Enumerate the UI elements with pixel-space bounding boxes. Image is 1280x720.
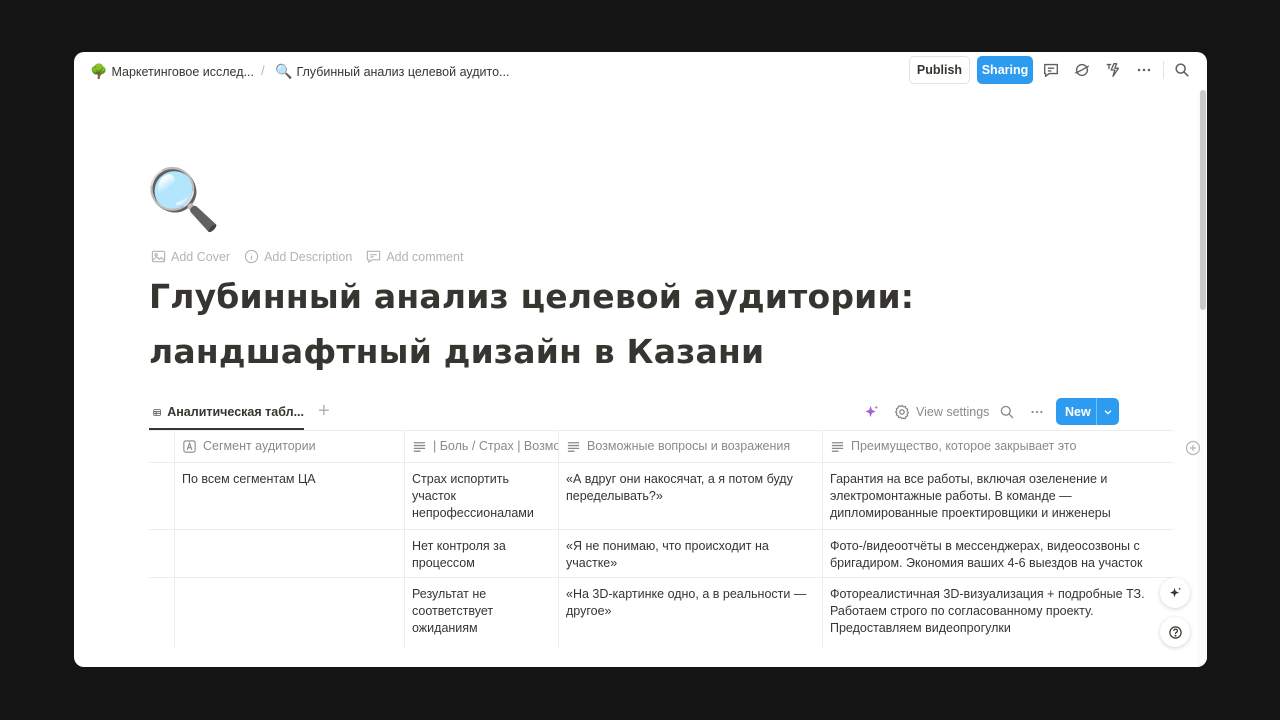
magnifier-icon: 🔍 bbox=[275, 63, 293, 79]
column-header-label: | Боль / Страх | Возмо bbox=[433, 439, 558, 453]
question-icon bbox=[1168, 625, 1182, 639]
cell-segment[interactable] bbox=[174, 578, 404, 648]
add-description-label: Add Description bbox=[264, 249, 353, 264]
gear-icon bbox=[894, 404, 910, 420]
table-row[interactable]: Результат не соответствует ожиданиям «На… bbox=[149, 578, 1173, 648]
column-header-advantage[interactable]: Преимущество, которое закрывает это bbox=[822, 431, 1173, 462]
cell-question[interactable]: «На 3D-картинке одно, а в реальности — д… bbox=[558, 578, 822, 648]
add-cover-button[interactable]: Add Cover bbox=[151, 249, 230, 264]
table-icon bbox=[153, 408, 161, 416]
column-header-label: Возможные вопросы и возражения bbox=[587, 439, 791, 453]
page-actions: Add Cover Add Description Add comment bbox=[151, 249, 463, 264]
row-handle[interactable] bbox=[149, 463, 174, 529]
breadcrumb-item-parent[interactable]: 🌳 Маркетинговое исслед... bbox=[90, 63, 254, 80]
chevron-down-icon[interactable] bbox=[1097, 407, 1119, 417]
db-search-icon[interactable] bbox=[999, 399, 1015, 425]
sparkle-icon bbox=[1169, 586, 1181, 597]
cell-segment[interactable]: По всем сегментам ЦА bbox=[174, 463, 404, 529]
tree-icon: 🌳 bbox=[90, 63, 108, 79]
help-button[interactable] bbox=[1160, 617, 1190, 647]
more-icon[interactable] bbox=[1134, 60, 1154, 80]
app-window: 🌳 Маркетинговое исслед... / 🔍 Глубинный … bbox=[74, 52, 1207, 667]
column-header-questions[interactable]: Возможные вопросы и возражения bbox=[558, 431, 822, 462]
row-handle[interactable] bbox=[149, 578, 174, 648]
column-header-segment[interactable]: Сегмент аудитории bbox=[174, 431, 404, 462]
view-settings-button[interactable]: View settings bbox=[894, 399, 989, 425]
column-header-label: Сегмент аудитории bbox=[203, 439, 316, 453]
sharing-button[interactable]: Sharing bbox=[977, 56, 1033, 84]
cell-advantage[interactable]: Фотореалистичная 3D-визуализация + подро… bbox=[822, 578, 1173, 648]
cell-advantage[interactable]: Гарантия на все работы, включая озеленен… bbox=[822, 463, 1173, 529]
ai-assistant-button[interactable] bbox=[1160, 578, 1190, 608]
cell-segment[interactable] bbox=[174, 530, 404, 577]
lines-icon bbox=[567, 442, 580, 452]
row-handle-header bbox=[149, 431, 174, 462]
search-icon[interactable] bbox=[1172, 60, 1192, 80]
table-row[interactable]: Нет контроля за процессом «Я не понимаю,… bbox=[149, 530, 1173, 578]
add-comment-label: Add comment bbox=[386, 249, 464, 264]
breadcrumb-label: Глубинный анализ целевой аудито... bbox=[296, 64, 510, 79]
cell-advantage[interactable]: Фото-/видеоотчёты в мессенджерах, видеос… bbox=[822, 530, 1173, 577]
ai-sparkle-icon[interactable] bbox=[863, 399, 880, 425]
view-settings-label: View settings bbox=[916, 405, 990, 419]
breadcrumb-item-current[interactable]: 🔍 Глубинный анализ целевой аудито... bbox=[275, 63, 509, 80]
table-header-row: Сегмент аудитории | Боль / Страх | Возмо… bbox=[149, 430, 1201, 463]
db-more-icon[interactable] bbox=[1029, 399, 1045, 425]
cell-pain[interactable]: Результат не соответствует ожиданиям bbox=[404, 578, 558, 648]
cell-pain[interactable]: Нет контроля за процессом bbox=[404, 530, 558, 577]
add-view-button[interactable]: + bbox=[318, 401, 330, 421]
info-icon bbox=[244, 249, 259, 264]
automation-icon[interactable] bbox=[1103, 60, 1123, 80]
add-cover-label: Add Cover bbox=[171, 249, 231, 264]
breadcrumb-separator: / bbox=[261, 63, 265, 78]
publish-button[interactable]: Publish bbox=[909, 56, 970, 84]
column-header-pain[interactable]: | Боль / Страх | Возмо bbox=[404, 431, 558, 462]
page-title[interactable]: Глубинный анализ целевой аудитории: ланд… bbox=[149, 269, 1109, 379]
view-tab-table[interactable]: Аналитическая табл... bbox=[149, 396, 304, 430]
page-icon[interactable]: 🔍 bbox=[146, 170, 221, 230]
add-comment-button[interactable]: Add comment bbox=[366, 249, 463, 264]
top-bar: 🌳 Маркетинговое исслед... / 🔍 Глубинный … bbox=[74, 52, 1207, 90]
add-description-button[interactable]: Add Description bbox=[244, 249, 352, 264]
toolbar-divider bbox=[1163, 61, 1164, 79]
lines-icon bbox=[413, 442, 426, 452]
breadcrumb-label: Маркетинговое исслед... bbox=[111, 64, 254, 79]
view-tab-label: Аналитическая табл... bbox=[167, 405, 304, 419]
new-button[interactable]: New bbox=[1056, 398, 1119, 425]
new-button-label: New bbox=[1065, 404, 1091, 419]
cell-question[interactable]: «А вдруг они накосячат, а я потом буду п… bbox=[558, 463, 822, 529]
lines-icon bbox=[831, 442, 844, 452]
sync-icon[interactable] bbox=[1072, 60, 1092, 80]
text-type-icon bbox=[183, 440, 196, 453]
image-icon bbox=[151, 250, 166, 263]
scrollbar-thumb[interactable] bbox=[1200, 90, 1206, 310]
add-column-icon[interactable] bbox=[1185, 440, 1201, 456]
row-handle[interactable] bbox=[149, 530, 174, 577]
comment-icon bbox=[367, 250, 381, 263]
table-row[interactable]: По всем сегментам ЦА Страх испортить уча… bbox=[149, 463, 1173, 530]
cell-pain[interactable]: Страх испортить участок непрофессионалам… bbox=[404, 463, 558, 529]
comment-icon[interactable] bbox=[1041, 60, 1061, 80]
column-header-label: Преимущество, которое закрывает это bbox=[851, 439, 1077, 453]
cell-question[interactable]: «Я не понимаю, что происходит на участке… bbox=[558, 530, 822, 577]
